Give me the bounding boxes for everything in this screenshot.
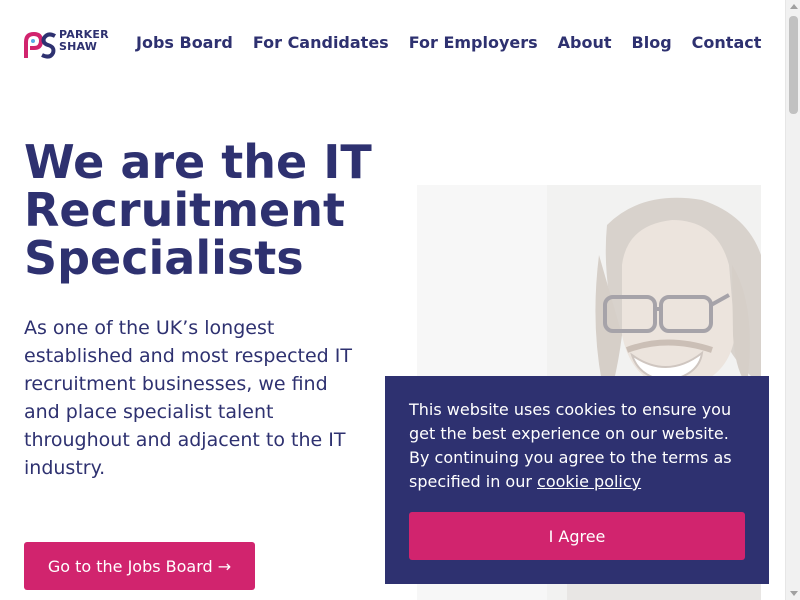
jobs-board-cta-button[interactable]: Go to the Jobs Board →: [24, 542, 255, 590]
hero-description: As one of the UK’s longest established a…: [24, 317, 352, 479]
nav-item-for-candidates[interactable]: For Candidates: [253, 33, 389, 52]
cookie-policy-link[interactable]: cookie policy: [537, 472, 641, 491]
hero-title: We are the IT Recruitment Specialists: [24, 135, 372, 285]
agree-button[interactable]: I Agree: [409, 512, 745, 560]
vertical-scrollbar[interactable]: [785, 0, 800, 600]
nav-item-contact[interactable]: Contact: [692, 33, 762, 52]
nav-item-jobs-board[interactable]: Jobs Board: [136, 33, 233, 52]
scrollbar-thumb[interactable]: [789, 16, 798, 114]
nav-item-blog[interactable]: Blog: [632, 33, 672, 52]
nav-item-for-employers[interactable]: For Employers: [409, 33, 538, 52]
scroll-down-arrow-icon[interactable]: [790, 591, 798, 596]
scroll-up-arrow-icon[interactable]: [790, 4, 798, 9]
cookie-consent-banner: This website uses cookies to ensure you …: [385, 376, 769, 584]
parker-shaw-logo[interactable]: PARKER SHAW: [24, 28, 122, 62]
site-header: PARKER SHAW Jobs Board For Candidates Fo…: [0, 0, 785, 86]
main-nav: Jobs Board For Candidates For Employers …: [136, 33, 761, 52]
logo-word-shaw: SHAW: [59, 40, 98, 53]
nav-item-about[interactable]: About: [558, 33, 612, 52]
logo-wordmark: PARKER SHAW: [59, 29, 109, 53]
cookie-message: This website uses cookies to ensure you …: [409, 398, 745, 494]
logo-mark-icon: [24, 31, 56, 59]
